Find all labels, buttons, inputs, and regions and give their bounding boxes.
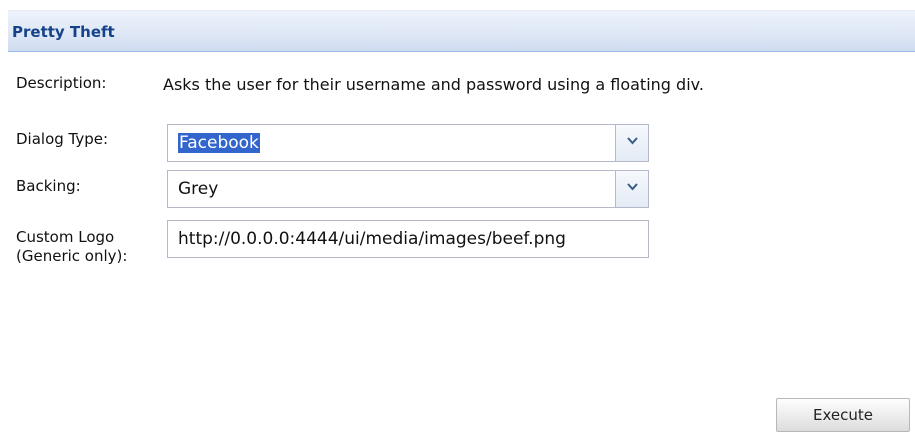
custom-logo-input[interactable]: http://0.0.0.0:4444/ui/media/images/beef… <box>167 220 649 258</box>
backing-select[interactable]: Grey <box>167 170 649 208</box>
chevron-down-icon <box>627 183 638 191</box>
dialog-type-label: Dialog Type: <box>16 130 109 148</box>
panel-header: Pretty Theft <box>8 10 915 52</box>
execute-button[interactable]: Execute <box>776 398 910 432</box>
dialog-type-dropdown-button[interactable] <box>615 125 648 161</box>
dialog-type-select[interactable]: Facebook <box>167 124 649 162</box>
panel-title: Pretty Theft <box>12 23 115 41</box>
backing-label: Backing: <box>16 177 81 195</box>
backing-value[interactable]: Grey <box>178 179 218 199</box>
module-panel: Pretty Theft Description: Asks the user … <box>0 0 915 446</box>
description-text: Asks the user for their username and pas… <box>163 75 704 94</box>
chevron-down-icon <box>627 137 638 145</box>
backing-dropdown-button[interactable] <box>615 171 648 207</box>
dialog-type-value[interactable]: Facebook <box>178 133 260 153</box>
custom-logo-sublabel: (Generic only): <box>16 247 128 265</box>
description-label: Description: <box>16 74 107 92</box>
custom-logo-label: Custom Logo <box>16 228 115 246</box>
